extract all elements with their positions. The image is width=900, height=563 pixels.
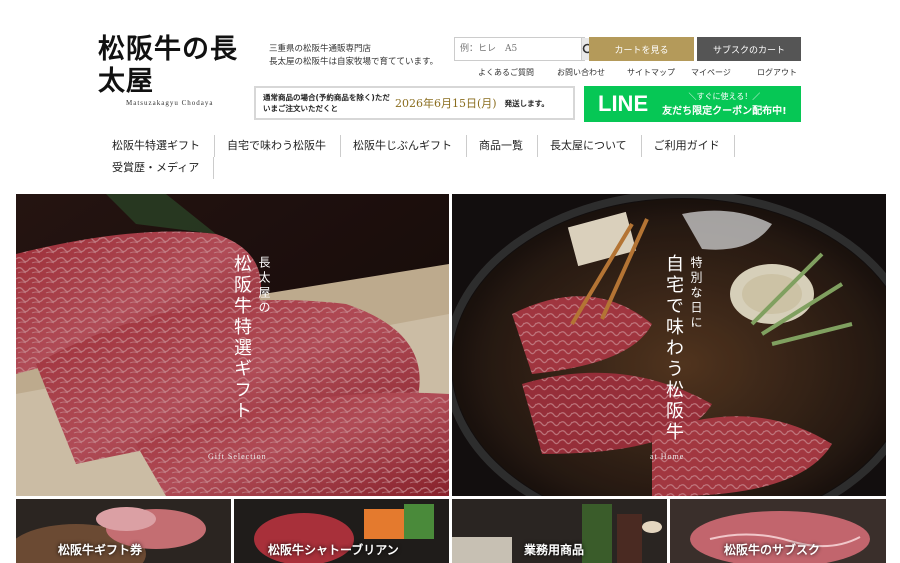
notice-condition: 通常商品の場合(予約商品を除く)ただいまご注文いただくと — [263, 93, 390, 113]
link-logout[interactable]: ログアウト — [757, 67, 797, 78]
view-cart-button[interactable]: カートを見る — [589, 37, 694, 61]
nav-item-about[interactable]: 長太屋について — [538, 135, 642, 157]
nav-row-1: 松阪牛特選ギフト 自宅で味わう松阪牛 松阪牛じぶんギフト 商品一覧 長太屋につい… — [100, 135, 760, 157]
tagline-line2: 長太屋の松阪牛は自家牧場で育てています。 — [269, 57, 439, 67]
logo-subtitle: Matsuzakagyu Chodaya — [126, 99, 214, 107]
nav-item-home[interactable]: 自宅で味わう松阪牛 — [215, 135, 341, 157]
link-faq[interactable]: よくあるご質問 — [478, 67, 557, 78]
tagline: 三重県の松阪牛通販専門店 長太屋の松阪牛は自家牧場で育てています。 — [269, 43, 438, 69]
line-sub: ＼すぐに使える！／ — [688, 92, 761, 101]
shipping-notice: 通常商品の場合(予約商品を除く)ただいまご注文いただくと 2026年6月15日(… — [254, 86, 575, 120]
tile-business-label: 業務用商品 — [524, 543, 585, 557]
logo-text: 松阪牛の長太屋 — [98, 34, 238, 97]
main-nav: 松阪牛特選ギフト 自宅で味わう松阪牛 松阪牛じぶんギフト 商品一覧 長太屋につい… — [100, 135, 760, 179]
line-logo: LINE — [598, 91, 649, 116]
tile-subscription[interactable]: 松阪牛のサブスク — [670, 499, 886, 563]
notice-date: 2026年6月15日(月) — [395, 97, 497, 110]
nav-item-gift[interactable]: 松阪牛特選ギフト — [100, 135, 215, 157]
hero-right-small: 特別な日に — [689, 256, 703, 331]
hero-left-en: Gift Selection — [208, 452, 267, 461]
tile-chateaubriand[interactable]: 松阪牛シャトーブリアン — [234, 499, 449, 563]
subscription-cart-button[interactable]: サブスクのカート — [697, 37, 801, 61]
hero-left-small: 長太屋の — [257, 256, 271, 316]
link-mypage[interactable]: マイページ — [691, 67, 757, 78]
tile-chateaubriand-label: 松阪牛シャトーブリアン — [268, 543, 399, 557]
nav-item-self-gift[interactable]: 松阪牛じぶんギフト — [341, 135, 467, 157]
line-coupon-banner[interactable]: LINE ＼すぐに使える！／ 友だち限定クーポン配布中! — [584, 86, 801, 122]
tile-gift-label: 松阪牛ギフト券 — [58, 543, 143, 557]
line-text: ＼すぐに使える！／ 友だち限定クーポン配布中! — [662, 91, 787, 117]
tile-gift-voucher[interactable]: 松阪牛ギフト券 — [16, 499, 231, 563]
nav-item-products[interactable]: 商品一覧 — [467, 135, 538, 157]
hero-at-home[interactable]: 特別な日に 自宅で味わう松阪牛 at Home — [452, 194, 886, 496]
link-sitemap[interactable]: サイトマップ — [627, 67, 691, 78]
line-main: 友だち限定クーポン配布中! — [662, 106, 787, 117]
tile-subscription-label: 松阪牛のサブスク — [724, 543, 821, 557]
notice-tail: 発送します。 — [504, 98, 549, 108]
hero-right-title: 自宅で味わう松阪牛 — [663, 254, 684, 443]
nav-item-awards[interactable]: 受賞歴・メディア — [100, 157, 215, 179]
hero-right-en: at Home — [650, 452, 685, 461]
search-input[interactable] — [455, 38, 581, 60]
utility-links: よくあるご質問 お問い合わせ サイトマップ マイページ ログアウト — [478, 67, 797, 78]
hero-left-title: 松阪牛特選ギフト — [231, 254, 252, 422]
nav-item-guide[interactable]: ご利用ガイド — [642, 135, 735, 157]
tile-business[interactable]: 業務用商品 — [452, 499, 667, 563]
site-logo[interactable]: 松阪牛の長太屋 Matsuzakagyu Chodaya — [98, 34, 263, 107]
search-box — [454, 37, 595, 61]
hero-gift-selection[interactable]: 長太屋の 松阪牛特選ギフト Gift Selection — [16, 194, 449, 496]
link-contact[interactable]: お問い合わせ — [557, 67, 627, 78]
tagline-line1: 三重県の松阪牛通販専門店 — [269, 44, 372, 54]
nav-row-2: 受賞歴・メディア — [100, 157, 760, 179]
